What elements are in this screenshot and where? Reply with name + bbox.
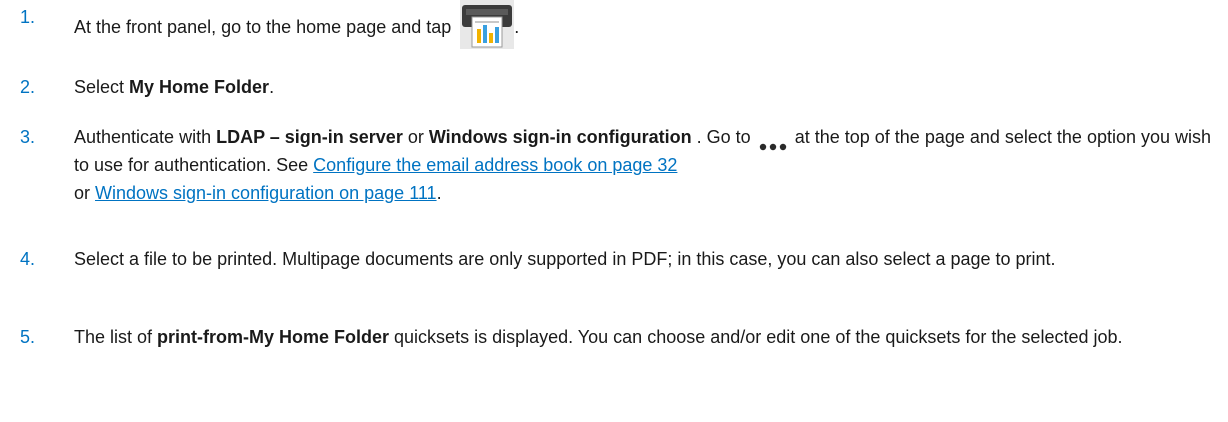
step-4: 4. Select a file to be printed. Multipag… <box>0 245 1228 273</box>
step-text: The list of print-from-My Home Folder qu… <box>74 327 1123 347</box>
more-options-dots-icon <box>758 132 788 151</box>
step-text: Authenticate with LDAP – sign-in server … <box>74 127 1212 203</box>
step-number: 5. <box>20 327 36 347</box>
link-configure-email-address-book[interactable]: Configure the email address book on page… <box>313 155 677 175</box>
step-number: 1. <box>20 7 36 27</box>
step-3: 3. Authenticate with LDAP – sign-in serv… <box>0 123 1228 207</box>
step-text: Select My Home Folder. <box>74 77 275 97</box>
step-number: 3. <box>20 127 36 147</box>
step-1: 1. At the front panel, go to the home pa… <box>0 0 1228 53</box>
link-windows-sign-in-configuration[interactable]: Windows sign-in configuration on page 11… <box>95 183 437 203</box>
step-number: 4. <box>20 249 36 269</box>
step-5: 5. The list of print-from-My Home Folder… <box>0 323 1228 351</box>
step-number: 2. <box>20 77 36 97</box>
printer-home-folder-icon <box>460 0 515 49</box>
step-text: Select a file to be printed. Multipage d… <box>74 249 1056 269</box>
step-text: At the front panel, go to the home page … <box>74 0 1222 53</box>
step-2: 2. Select My Home Folder. <box>0 73 1228 101</box>
